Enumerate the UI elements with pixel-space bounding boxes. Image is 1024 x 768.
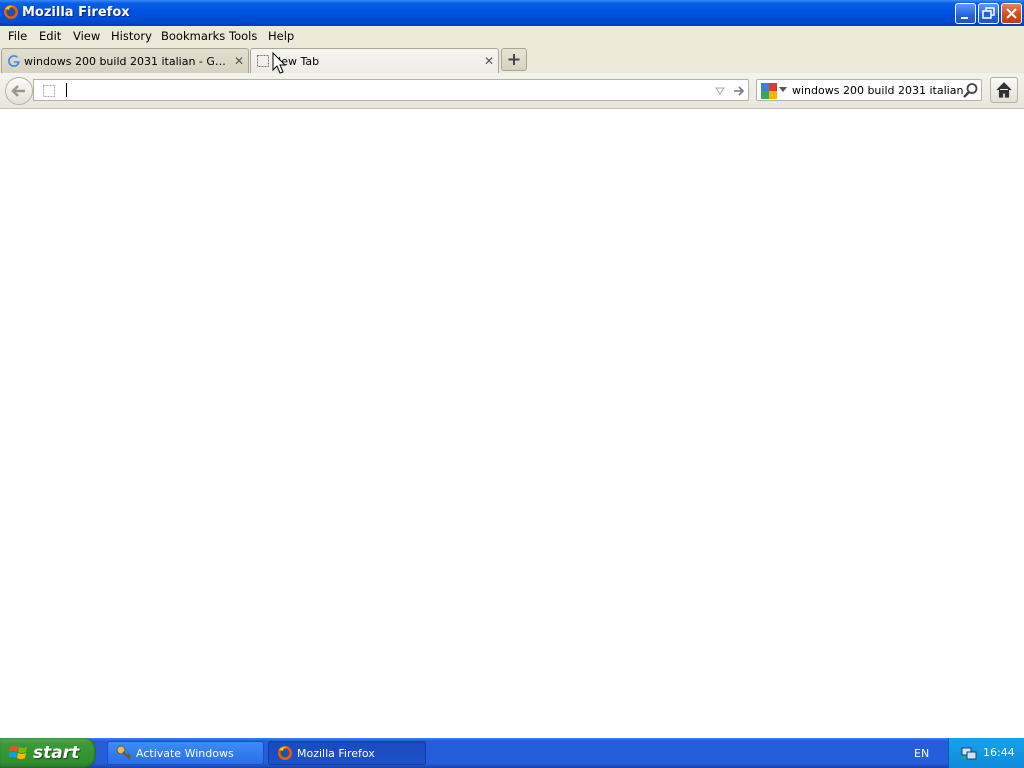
- close-tab-icon[interactable]: ✕: [234, 54, 244, 68]
- google-icon[interactable]: [761, 83, 777, 99]
- home-icon: [996, 82, 1012, 98]
- minimize-button[interactable]: [955, 3, 976, 24]
- close-tab-icon[interactable]: ✕: [484, 54, 494, 68]
- window-titlebar[interactable]: Mozilla Firefox: [0, 0, 1024, 26]
- taskbar-button-label: Mozilla Firefox: [297, 747, 375, 760]
- clock[interactable]: 16:44: [983, 746, 1015, 759]
- tab-title: New Tab: [273, 55, 320, 68]
- close-window-button[interactable]: [1001, 3, 1022, 24]
- new-tab-button[interactable]: [501, 48, 527, 71]
- language-indicator[interactable]: EN: [914, 747, 929, 760]
- restore-button[interactable]: [978, 3, 999, 24]
- taskbar-button-activate-windows[interactable]: Activate Windows: [107, 741, 264, 765]
- tab-title: windows 200 build 2031 italian - Google …: [24, 55, 232, 68]
- restore-icon: [982, 7, 995, 19]
- system-tray: 16:44: [948, 738, 1024, 768]
- menu-edit[interactable]: Edit: [39, 29, 61, 43]
- menu-file[interactable]: File: [8, 29, 27, 43]
- firefox-icon: [4, 5, 18, 19]
- firefox-icon: [278, 746, 292, 760]
- plus-icon: [508, 54, 520, 65]
- chevron-down-icon[interactable]: [779, 87, 787, 93]
- tab-google-search[interactable]: windows 200 build 2031 italian - Google …: [1, 48, 249, 73]
- back-arrow-icon: [11, 85, 25, 97]
- google-icon: [8, 55, 20, 67]
- menu-view[interactable]: View: [73, 29, 100, 43]
- start-label: start: [33, 743, 80, 763]
- taskbar-button-firefox[interactable]: Mozilla Firefox: [268, 741, 426, 765]
- url-bar[interactable]: [33, 79, 749, 101]
- close-icon: [1006, 8, 1017, 19]
- menu-help[interactable]: Help: [268, 29, 294, 43]
- window-title: Mozilla Firefox: [22, 5, 130, 20]
- text-caret: [66, 83, 67, 97]
- navigation-toolbar: windows 200 build 2031 italian: [0, 73, 1024, 109]
- url-input[interactable]: [66, 82, 706, 98]
- go-arrow-icon[interactable]: [732, 84, 746, 98]
- menu-tools[interactable]: Tools: [229, 29, 257, 43]
- blank-page-icon: [257, 55, 269, 67]
- windows-logo-icon: [9, 746, 27, 759]
- page-identity-icon: [43, 85, 55, 97]
- start-button[interactable]: start: [0, 738, 96, 768]
- taskbar-button-label: Activate Windows: [136, 747, 234, 760]
- page-content[interactable]: [0, 109, 1024, 738]
- back-button[interactable]: [5, 77, 33, 105]
- menu-history[interactable]: History: [111, 29, 152, 43]
- search-input[interactable]: windows 200 build 2031 italian: [792, 84, 963, 97]
- menu-bookmarks[interactable]: Bookmarks: [161, 29, 225, 43]
- taskbar: start Activate Windows Mozilla Firefox E…: [0, 738, 1024, 768]
- menu-bar: File Edit View History Bookmarks Tools H…: [0, 26, 1024, 46]
- search-icon[interactable]: [962, 82, 979, 99]
- network-icon[interactable]: [961, 745, 977, 761]
- dropdown-arrow-icon[interactable]: [714, 85, 726, 97]
- home-button[interactable]: [990, 77, 1018, 103]
- key-icon: [116, 745, 132, 760]
- mouse-cursor-icon: [272, 52, 287, 74]
- search-bar[interactable]: windows 200 build 2031 italian: [756, 79, 982, 101]
- minimize-icon: [961, 17, 968, 19]
